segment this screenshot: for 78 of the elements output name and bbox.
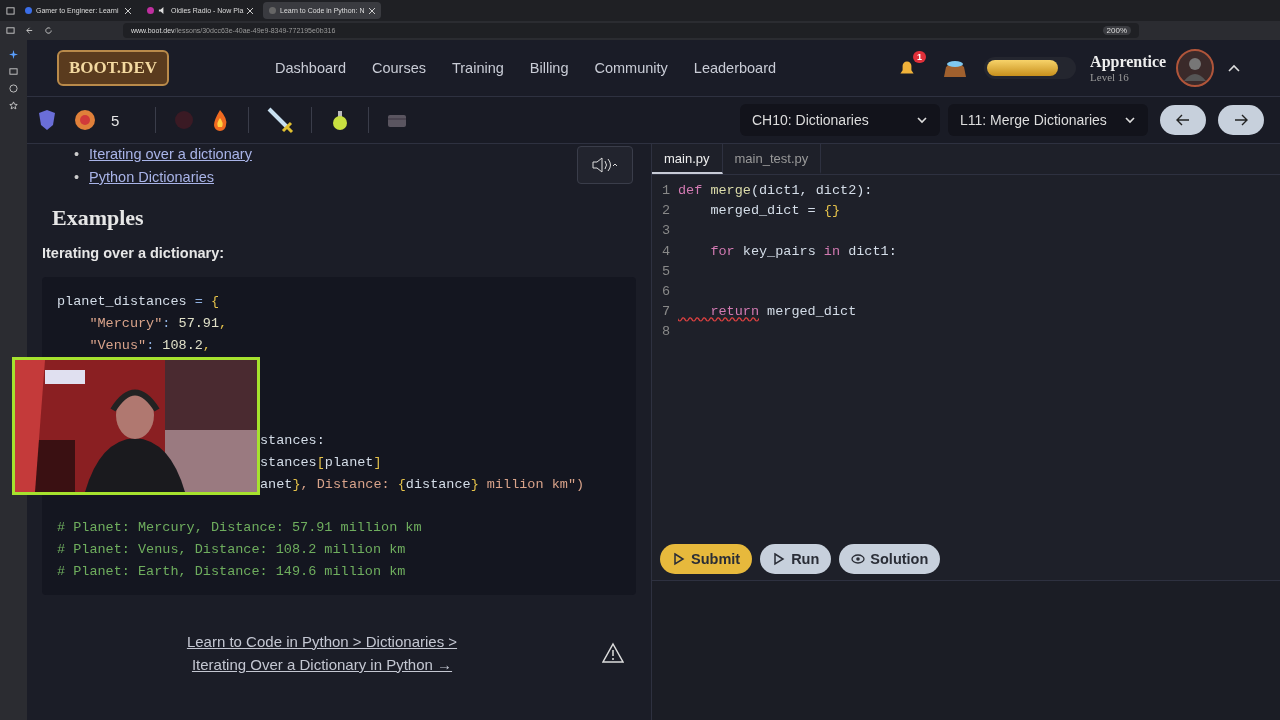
star-icon[interactable] [9, 101, 18, 110]
line-number: 8 [660, 323, 670, 342]
solution-button[interactable]: Solution [839, 544, 941, 574]
site-logo[interactable]: BOOT.DEV [57, 50, 169, 86]
nav-link[interactable]: Billing [529, 60, 569, 76]
nav-link[interactable]: Community [594, 60, 668, 76]
code-line: def merge(dict1, dict2): [678, 182, 873, 200]
code-line: # Planet: Earth, Distance: 149.6 million km [57, 562, 407, 581]
tab-list-icon[interactable] [6, 6, 15, 15]
file-tab[interactable]: main.py [652, 144, 723, 174]
dropdown-value: L11: Merge Dictionaries [960, 112, 1107, 128]
favicon [269, 7, 276, 14]
chevron-down-icon [1124, 114, 1136, 126]
play-icon [672, 552, 686, 566]
bullet: • [74, 169, 80, 185]
code-line: anet}, Distance: {distance} million km") [260, 475, 585, 494]
nav-link[interactable]: Courses [371, 60, 426, 76]
play-icon [772, 552, 787, 566]
code-line: "Mercury": 57.91, [88, 314, 229, 333]
breadcrumb-link[interactable]: Learn to Code in Python > Dictionaries > [186, 632, 458, 650]
example-title: Iterating over a dictionary: [42, 245, 226, 261]
zoom-level[interactable]: 200% [1102, 26, 1131, 35]
line-number: 2 [660, 202, 670, 221]
line-number: 3 [660, 222, 670, 241]
avatar[interactable] [1176, 49, 1215, 87]
notification-badge: 1 [913, 51, 927, 63]
favicon [25, 7, 32, 14]
code-line: # Planet: Mercury, Distance: 57.91 million km [57, 519, 423, 538]
nav-link[interactable]: Dashboard [275, 60, 346, 76]
nav-link[interactable]: Training [451, 60, 504, 76]
code-line: # Planet: Venus, Distance: 108.2 million km [57, 541, 407, 559]
chevron-down-icon [916, 114, 928, 126]
line-number: 5 [660, 262, 670, 281]
back-icon[interactable] [25, 26, 34, 35]
close-icon[interactable] [247, 7, 254, 14]
sidebar-icon[interactable] [6, 26, 15, 35]
submit-button[interactable]: Submit [660, 544, 753, 574]
code-line: return merged_dict [709, 303, 857, 322]
dropdown-value: CH10: Dictionaries [752, 112, 869, 128]
favicon [147, 7, 154, 14]
bullet: • [74, 146, 80, 162]
section-heading: Examples [52, 205, 145, 231]
chapter-dropdown[interactable]: CH10: Dictionaries [740, 104, 940, 136]
eye-icon [851, 552, 866, 566]
code-line: merged_dict = {} [709, 202, 841, 221]
code-line: planet_distances = { [57, 293, 221, 311]
warning-icon[interactable] [602, 641, 624, 664]
history-icon[interactable] [9, 84, 18, 93]
sword-icon[interactable] [265, 105, 296, 135]
lesson-dropdown[interactable]: L11: Merge Dictionaries [948, 104, 1148, 136]
close-icon[interactable] [125, 7, 131, 14]
file-tab[interactable]: main_test.py [722, 144, 822, 174]
line-number: 6 [660, 283, 670, 301]
code-line: stances: [260, 432, 326, 450]
line-number: 7 [660, 303, 670, 322]
reload-icon[interactable] [44, 26, 53, 35]
rank-title: Apprentice [1090, 53, 1167, 71]
streak-count: 5 [111, 111, 120, 129]
speaker-icon [591, 156, 619, 174]
code-line: for key_pairs in dict1: [709, 242, 897, 261]
sparkle-icon[interactable] [9, 50, 18, 59]
close-icon[interactable] [369, 7, 375, 14]
next-button[interactable] [1218, 105, 1264, 135]
line-number: 4 [660, 242, 670, 261]
run-button[interactable]: Run [760, 544, 832, 574]
code-line: "Venus": 108.2, [88, 336, 212, 355]
previous-button[interactable] [1160, 105, 1206, 135]
folder-icon[interactable] [9, 67, 18, 76]
lesson-link[interactable]: Python Dictionaries [89, 169, 214, 185]
breadcrumb-link[interactable]: Iterating Over a Dictionary in Python → [191, 655, 453, 673]
audio-button[interactable] [577, 146, 633, 184]
lesson-link[interactable]: Iterating over a dictionary [89, 146, 252, 162]
level-label: Level 16 [1090, 71, 1130, 83]
line-number: 1 [660, 182, 670, 200]
code-line: stances[planet] [260, 453, 383, 472]
nav-link[interactable]: Leaderboard [693, 60, 777, 76]
arrow-right-icon [1233, 112, 1249, 128]
arrow-left-icon [1175, 112, 1191, 128]
